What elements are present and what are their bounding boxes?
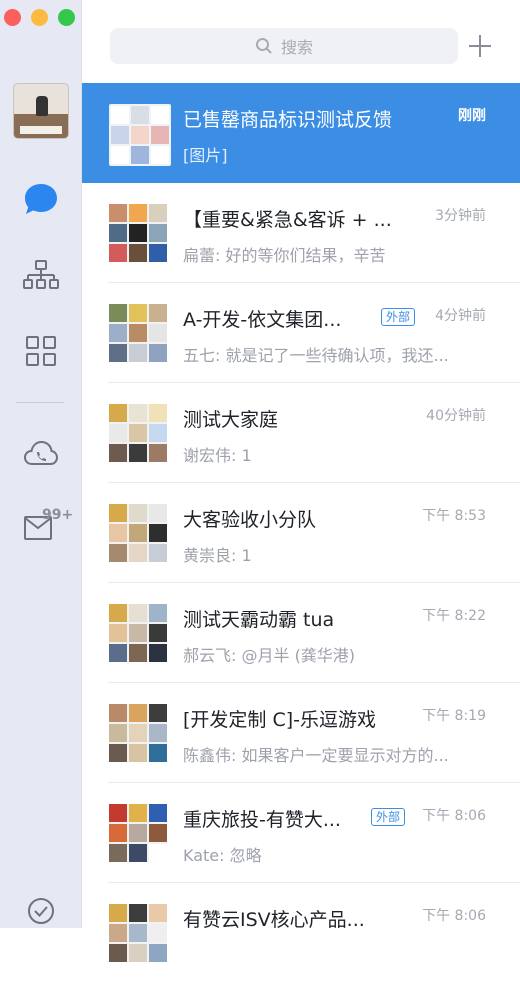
cloud-phone-icon[interactable] bbox=[20, 432, 62, 474]
check-circle-icon[interactable] bbox=[20, 890, 62, 932]
conversation-item[interactable]: [开发定制 C]-乐逗游戏 陈鑫伟: 如果客户一定要显示对方的... 下午 8:… bbox=[82, 683, 520, 783]
group-avatar bbox=[109, 504, 167, 562]
conversation-item[interactable]: 测试天霸动霸 tua 郝云飞: @月半 (龚华港) 下午 8:22 bbox=[82, 583, 520, 683]
conversation-time: 40分钟前 bbox=[426, 408, 486, 424]
conversation-preview: 谢宏伟: 1 bbox=[183, 446, 252, 465]
group-avatar bbox=[109, 604, 167, 662]
conversation-preview: 扁蕾: 好的等你们结果，辛苦 bbox=[183, 246, 386, 265]
conversation-title: 重庆旅投-有赞大... bbox=[183, 809, 341, 831]
group-avatar bbox=[109, 904, 167, 962]
group-avatar bbox=[109, 204, 167, 262]
conversation-item[interactable]: 【重要&紧急&客诉 + ... 扁蕾: 好的等你们结果，辛苦 3分钟前 bbox=[82, 183, 520, 283]
plus-icon[interactable] bbox=[468, 34, 492, 58]
conversation-title: 已售罄商品标识测试反馈 bbox=[183, 109, 393, 131]
window-close-button[interactable] bbox=[4, 9, 21, 26]
conversation-title: [开发定制 C]-乐逗游戏 bbox=[183, 709, 376, 731]
conversation-title: 测试天霸动霸 tua bbox=[183, 609, 335, 631]
conversation-item[interactable]: 重庆旅投-有赞大... 外部 Kate: 忽略 下午 8:06 bbox=[82, 783, 520, 883]
search-icon bbox=[255, 38, 272, 54]
conversation-time: 4分钟前 bbox=[435, 308, 486, 324]
conversation-item[interactable]: 已售罄商品标识测试反馈 [图片] 刚刚 bbox=[82, 83, 520, 183]
conversation-time: 下午 8:06 bbox=[422, 808, 486, 824]
window-minimize-button[interactable] bbox=[31, 9, 48, 26]
group-avatar bbox=[109, 304, 167, 362]
conversation-item[interactable]: 测试大家庭 谢宏伟: 1 40分钟前 bbox=[82, 383, 520, 483]
search-input[interactable]: 搜索 bbox=[110, 28, 458, 64]
sidebar: 99+ bbox=[0, 0, 82, 928]
conversation-title: 测试大家庭 bbox=[183, 409, 279, 431]
window-zoom-button[interactable] bbox=[58, 9, 75, 26]
group-avatar bbox=[109, 404, 167, 462]
conversation-title: 【重要&紧急&客诉 + ... bbox=[183, 209, 392, 231]
conversation-title: A-开发-依文集团... bbox=[183, 309, 342, 331]
conversation-panel: 搜索 已售罄商品标识测试反馈 [图片] 刚刚 【重要&紧急&客诉 + ... 扁… bbox=[82, 0, 520, 962]
conversation-preview: [图片] bbox=[183, 146, 228, 165]
search-placeholder: 搜索 bbox=[280, 38, 313, 57]
conversation-preview: 黄崇良: 1 bbox=[183, 546, 252, 565]
conversation-time: 下午 8:22 bbox=[422, 608, 486, 624]
conversation-preview: 陈鑫伟: 如果客户一定要显示对方的... bbox=[183, 746, 449, 765]
conversation-item[interactable]: 大客验收小分队 黄崇良: 1 下午 8:53 bbox=[82, 483, 520, 583]
conversation-item[interactable]: 有赞云ISV核心产品... 下午 8:06 bbox=[82, 883, 520, 983]
conversation-time: 下午 8:06 bbox=[422, 908, 486, 924]
message-icon[interactable] bbox=[20, 178, 62, 220]
group-avatar bbox=[109, 104, 171, 166]
conversation-item[interactable]: A-开发-依文集团... 外部 五七: 就是记了一些待确认项，我还... 4分钟… bbox=[82, 283, 520, 383]
user-avatar[interactable] bbox=[14, 84, 68, 138]
external-tag: 外部 bbox=[381, 308, 416, 326]
conversation-preview: 五七: 就是记了一些待确认项，我还... bbox=[183, 346, 449, 365]
conversation-preview: Kate: 忽略 bbox=[183, 846, 262, 865]
sidebar-divider bbox=[16, 402, 64, 403]
conversation-time: 下午 8:19 bbox=[422, 708, 486, 724]
external-tag: 外部 bbox=[371, 808, 406, 826]
workbench-grid-icon[interactable] bbox=[20, 330, 62, 372]
conversation-preview: 郝云飞: @月半 (龚华港) bbox=[183, 646, 356, 665]
conversation-time: 3分钟前 bbox=[435, 208, 486, 224]
unread-mail-badge: 99+ bbox=[42, 507, 74, 523]
group-avatar bbox=[109, 804, 167, 862]
conversation-time: 刚刚 bbox=[458, 108, 486, 124]
conversation-time: 下午 8:53 bbox=[422, 508, 486, 524]
org-chart-icon[interactable] bbox=[20, 254, 62, 296]
conversation-title: 大客验收小分队 bbox=[183, 509, 317, 531]
group-avatar bbox=[109, 704, 167, 762]
